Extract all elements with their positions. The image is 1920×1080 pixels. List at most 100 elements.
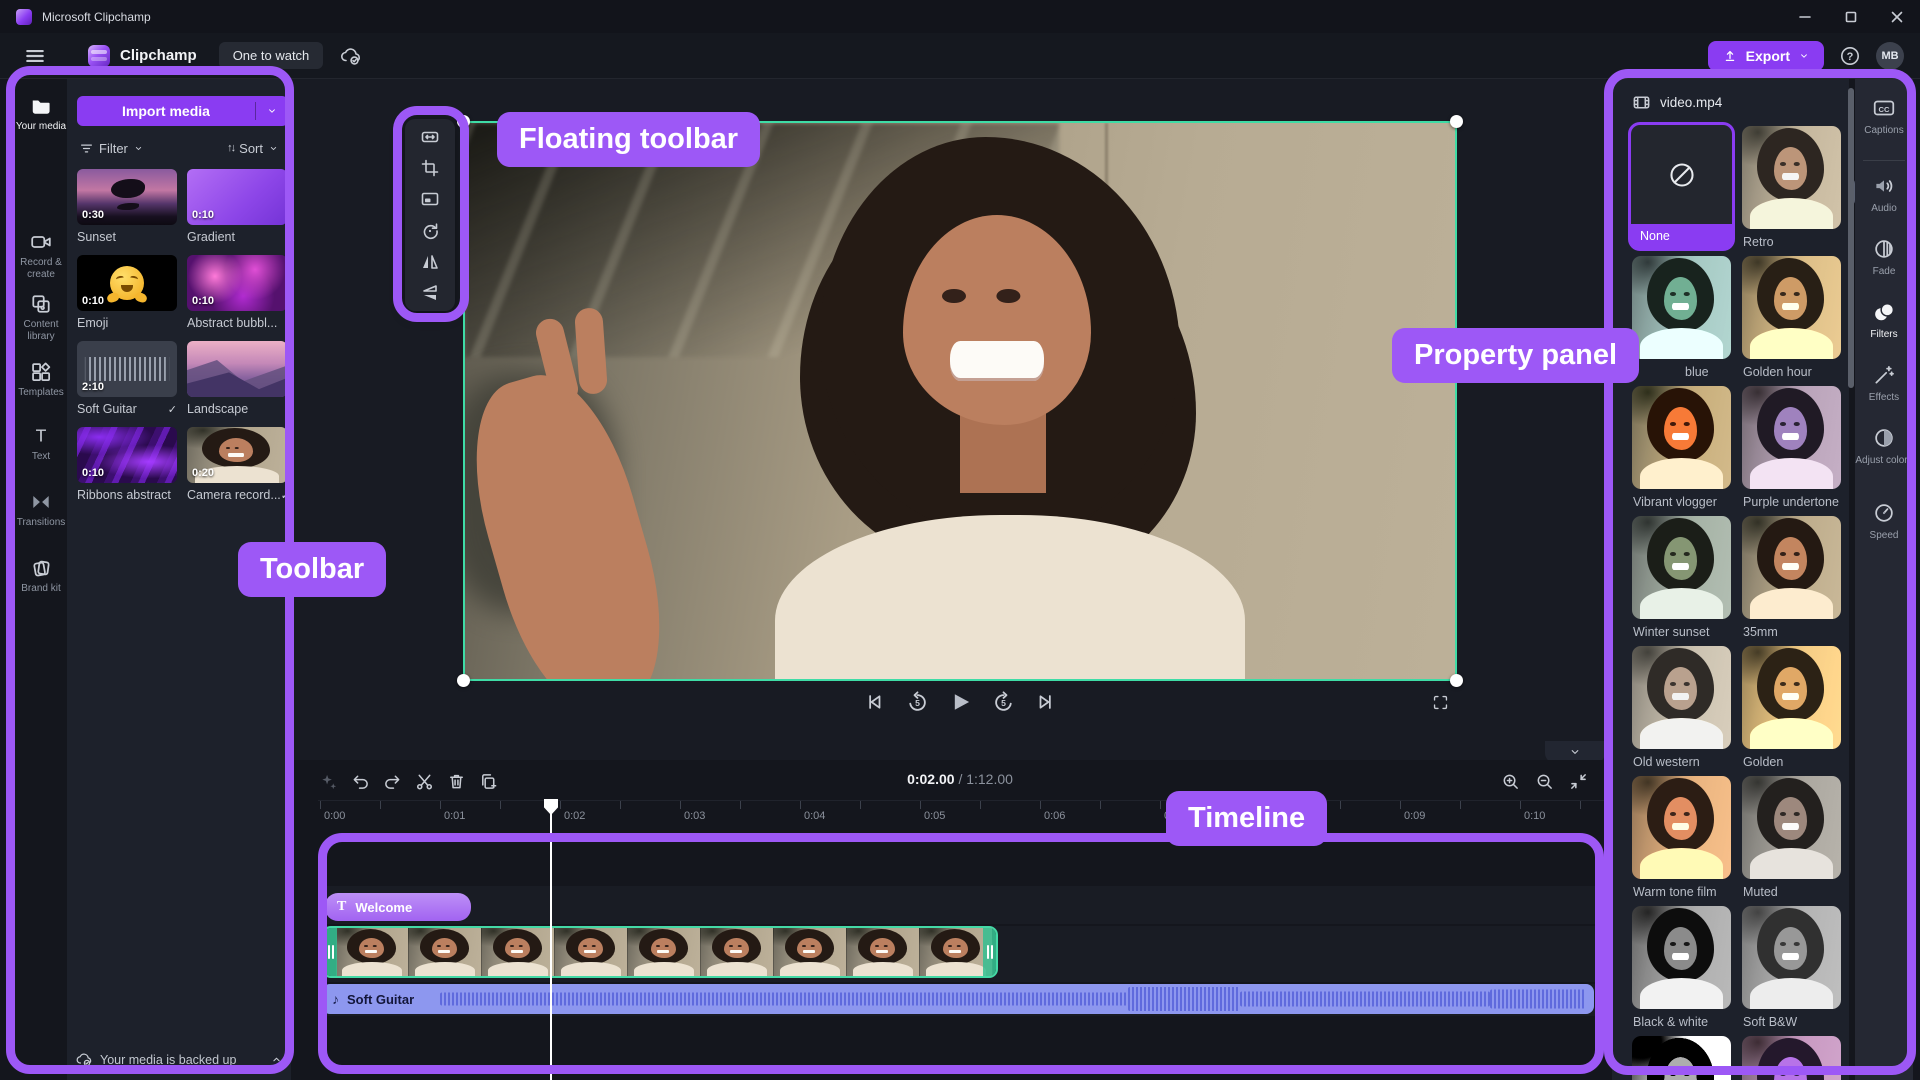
filter-dropdown[interactable]: Filter <box>79 141 144 156</box>
trim-handle-right[interactable] <box>983 928 996 976</box>
filter-option-35mm[interactable] <box>1742 516 1841 619</box>
filter-option-golden-hour[interactable] <box>1742 256 1841 359</box>
sidebar-item-transitions[interactable]: Transitions <box>15 491 67 529</box>
ai-suggestions-icon[interactable] <box>316 769 341 794</box>
skip-to-end-button[interactable] <box>1033 689 1059 715</box>
timeline-ruler[interactable]: 0:00 0:01 0:02 0:03 0:04 0:05 0:06 0:07 … <box>318 800 1606 830</box>
text-clip-welcome[interactable]: T Welcome <box>325 893 471 921</box>
rail-item-effects[interactable]: Effects <box>1855 363 1913 404</box>
rail-item-fade[interactable]: Fade <box>1855 237 1913 278</box>
rail-item-audio[interactable]: Audio <box>1855 174 1913 215</box>
rail-item-adjust-colors[interactable]: Adjust colors <box>1855 426 1913 467</box>
annotation-label-property-panel: Property panel <box>1392 328 1640 383</box>
selection-handle-top-right[interactable] <box>1450 115 1463 128</box>
zoom-out-button[interactable] <box>1532 769 1557 794</box>
zoom-to-fit-button[interactable] <box>1566 769 1591 794</box>
redo-button[interactable] <box>380 769 405 794</box>
filter-option-black-white[interactable] <box>1632 906 1731 1009</box>
media-item-emoji[interactable]: 0:10 Emoji <box>77 255 177 330</box>
sidebar-item-content-library[interactable]: Content library <box>15 293 67 343</box>
selection-handle-bottom-left[interactable] <box>457 674 470 687</box>
menu-icon[interactable] <box>18 39 52 73</box>
minimize-button[interactable] <box>1782 0 1828 33</box>
clipchamp-app-logo-icon[interactable] <box>88 44 110 67</box>
media-item-landscape[interactable]: 0:40 Landscape <box>187 341 287 416</box>
selection-handle-bottom-right[interactable] <box>1450 674 1463 687</box>
clipchamp-window: Microsoft Clipchamp Clipchamp One to wat… <box>0 0 1920 1080</box>
filter-option-golden[interactable] <box>1742 646 1841 749</box>
close-button[interactable] <box>1874 0 1920 33</box>
filter-option-retro[interactable] <box>1742 126 1841 229</box>
filter-option-old-western[interactable] <box>1632 646 1731 749</box>
undo-button[interactable] <box>348 769 373 794</box>
sort-dropdown[interactable]: ↑↓ Sort <box>227 141 279 156</box>
rail-item-speed[interactable]: Speed <box>1855 501 1913 542</box>
filter-option-partial[interactable] <box>1742 1036 1841 1080</box>
filter-option-blue[interactable] <box>1632 256 1731 359</box>
media-item-soft-guitar[interactable]: 2:10 Soft Guitar ✓ <box>77 341 177 416</box>
filter-option-warm-tone-film[interactable] <box>1632 776 1731 879</box>
sidebar-item-record-create[interactable]: Record & create <box>15 231 67 281</box>
media-item-sunset[interactable]: 0:30 Sunset <box>77 169 177 244</box>
filter-option-vibrant-vlogger[interactable] <box>1632 386 1731 489</box>
content-library-icon <box>32 295 50 313</box>
duplicate-button[interactable] <box>476 769 501 794</box>
filter-option-none-selected[interactable]: None <box>1628 122 1735 251</box>
sidebar-item-text[interactable]: T Text <box>15 425 67 463</box>
import-media-button[interactable]: Import media <box>77 96 288 126</box>
flip-horizontal-icon[interactable] <box>417 249 443 275</box>
chevron-up-icon <box>270 1053 283 1066</box>
audio-clip-soft-guitar[interactable]: ♪ Soft Guitar <box>322 984 1594 1014</box>
app-header: Clipchamp One to watch Export ? MB <box>0 33 1920 79</box>
rotate-icon[interactable] <box>417 218 443 244</box>
media-item-gradient[interactable]: 0:10 Gradient <box>187 169 287 244</box>
crop-icon[interactable] <box>417 155 443 181</box>
split-scissors-button[interactable] <box>412 769 437 794</box>
export-label: Export <box>1745 47 1790 64</box>
hug-emoji <box>105 266 149 304</box>
total-time: 1:12.00 <box>966 771 1013 787</box>
chevron-down-icon <box>1801 53 1807 58</box>
playhead[interactable] <box>550 806 552 1080</box>
trim-handle-left[interactable] <box>324 928 337 976</box>
play-button[interactable] <box>947 689 973 715</box>
export-button[interactable]: Export <box>1707 40 1824 71</box>
flip-vertical-icon[interactable] <box>417 280 443 306</box>
resize-icon[interactable] <box>417 124 443 150</box>
property-panel-scrollbar[interactable] <box>1848 88 1854 388</box>
sidebar-item-your-media[interactable]: Your media <box>15 95 67 133</box>
sidebar-item-templates[interactable]: Templates <box>15 361 67 399</box>
filter-option-soft-bw[interactable] <box>1742 906 1841 1009</box>
rewind-5s-button[interactable]: 5 <box>904 689 930 715</box>
avatar[interactable]: MB <box>1876 41 1904 70</box>
maximize-button[interactable] <box>1828 0 1874 33</box>
annotation-label-toolbar: Toolbar <box>238 542 387 597</box>
filter-option-purple-undertone[interactable] <box>1742 386 1841 489</box>
backup-status[interactable]: Your media is backed up <box>75 1051 283 1068</box>
filter-option-winter-sunset[interactable] <box>1632 516 1731 619</box>
selection-handle-top-left[interactable] <box>457 115 470 128</box>
media-item-abstract-bubbles[interactable]: 0:10 Abstract bubbl... <box>187 255 287 330</box>
picture-in-picture-icon[interactable] <box>417 186 443 212</box>
help-button[interactable]: ? <box>1837 43 1863 69</box>
delete-button[interactable] <box>444 769 469 794</box>
forward-5s-button[interactable]: 5 <box>990 689 1016 715</box>
rail-item-captions[interactable]: CC Captions <box>1855 96 1913 137</box>
import-options-chevron[interactable] <box>256 105 288 117</box>
skip-to-start-button[interactable] <box>861 689 887 715</box>
sidebar-item-brand-kit[interactable]: Brand kit <box>15 557 67 595</box>
speed-gauge-icon <box>1875 504 1893 522</box>
media-item-ribbons-abstract[interactable]: 0:10 Ribbons abstract <box>77 427 177 502</box>
zoom-in-button[interactable] <box>1498 769 1523 794</box>
video-clip[interactable] <box>322 926 998 978</box>
filter-option-muted[interactable] <box>1742 776 1841 879</box>
video-preview[interactable] <box>463 121 1457 681</box>
filter-option-partial[interactable] <box>1632 1036 1731 1080</box>
check-icon: ✓ <box>280 489 290 502</box>
rail-item-filters-selected[interactable]: Filters <box>1855 300 1913 341</box>
project-title-tab[interactable]: One to watch <box>218 42 324 69</box>
media-thumbnail: 0:40 <box>187 341 287 397</box>
media-item-camera-recording[interactable]: 0:20 Camera record... ✓ <box>187 427 290 502</box>
window-title: Microsoft Clipchamp <box>42 9 151 24</box>
fullscreen-button[interactable] <box>1428 690 1452 714</box>
